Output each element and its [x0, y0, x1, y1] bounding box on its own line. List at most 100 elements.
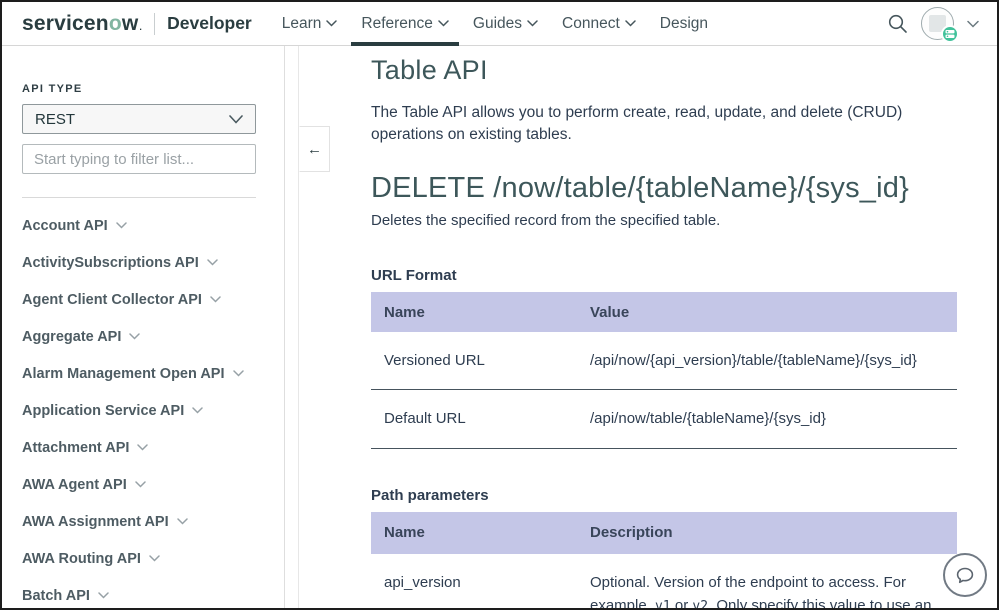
api-item-label: ActivitySubscriptions API: [22, 255, 199, 271]
sidebar-item-application-service-api[interactable]: Application Service API: [22, 392, 256, 429]
sidebar-divider: [22, 197, 256, 198]
nav-label: Reference: [361, 15, 433, 33]
chevron-down-icon: [129, 333, 140, 340]
active-tab-underline: [351, 42, 459, 46]
nav-item-design[interactable]: Design: [648, 2, 720, 45]
chevron-down-icon: [116, 222, 127, 229]
api-item-label: Attachment API: [22, 440, 129, 456]
table-row: Default URL /api/now/table/{tableName}/{…: [371, 390, 957, 448]
api-item-label: Alarm Management Open API: [22, 366, 225, 382]
column-header-value: Value: [577, 292, 957, 332]
api-item-label: Batch API: [22, 588, 90, 604]
search-icon[interactable]: [887, 13, 908, 34]
chevron-down-icon: [438, 20, 449, 27]
nav-label: Guides: [473, 15, 522, 33]
doc-main-content: Table API The Table API allows you to pe…: [299, 46, 997, 608]
chevron-down-icon: [229, 115, 243, 124]
cell-default-url-name: Default URL: [371, 390, 577, 448]
feedback-chat-button[interactable]: [943, 553, 987, 597]
nav-item-connect[interactable]: Connect: [550, 2, 648, 45]
nav-item-reference[interactable]: Reference: [349, 2, 461, 45]
primary-nav: Learn Reference Guides Connect Design: [270, 2, 720, 45]
chevron-down-icon: [137, 444, 148, 451]
chevron-down-icon: [192, 407, 203, 414]
filter-list-input[interactable]: [22, 144, 256, 174]
developer-wordmark[interactable]: Developer: [167, 13, 252, 34]
instance-status-badge-icon: [941, 25, 959, 43]
desc-code: v1: [655, 599, 671, 610]
sidebar-item-batch-api[interactable]: Batch API: [22, 577, 256, 610]
chevron-down-icon: [98, 592, 109, 599]
logo-text-suffix: w: [122, 12, 139, 36]
url-format-title: URL Format: [371, 267, 957, 284]
account-menu-chevron-icon[interactable]: [967, 20, 979, 28]
endpoint-description: Deletes the specified record from the sp…: [371, 212, 957, 229]
sidebar-item-account-api[interactable]: Account API: [22, 207, 256, 244]
api-list: Account API ActivitySubscriptions API Ag…: [22, 207, 256, 610]
column-header-description: Description: [577, 512, 957, 554]
chevron-down-icon: [177, 518, 188, 525]
page-title: Table API: [371, 55, 957, 86]
sidebar-item-agent-client-collector-api[interactable]: Agent Client Collector API: [22, 281, 256, 318]
chevron-down-icon: [625, 20, 636, 27]
top-navbar: servicenow. Developer Learn Reference Gu…: [2, 2, 997, 46]
chevron-down-icon: [527, 20, 538, 27]
api-item-label: AWA Routing API: [22, 551, 141, 567]
column-header-name: Name: [371, 512, 577, 554]
api-item-label: Agent Client Collector API: [22, 292, 202, 308]
api-sidebar: API TYPE REST Account API ActivitySubscr…: [2, 46, 285, 608]
logo-green-o: o: [109, 12, 122, 36]
table-row: api_version Optional. Version of the end…: [371, 554, 957, 610]
sidebar-item-attachment-api[interactable]: Attachment API: [22, 429, 256, 466]
desc-text: or: [671, 597, 693, 610]
sidebar-item-alarm-management-open-api[interactable]: Alarm Management Open API: [22, 355, 256, 392]
cell-default-url-value: /api/now/table/{tableName}/{sys_id}: [577, 390, 957, 448]
api-item-label: Application Service API: [22, 403, 184, 419]
logo-divider: [154, 13, 155, 35]
cell-versioned-url-name: Versioned URL: [371, 332, 577, 390]
api-item-label: Aggregate API: [22, 329, 121, 345]
desc-code: v2: [692, 599, 708, 610]
chevron-down-icon: [149, 555, 160, 562]
chevron-down-icon: [233, 370, 244, 377]
table-row: Versioned URL /api/now/{api_version}/tab…: [371, 332, 957, 390]
chat-bubble-icon: [953, 563, 977, 587]
chevron-down-icon: [207, 259, 218, 266]
user-avatar[interactable]: [921, 7, 954, 40]
nav-item-guides[interactable]: Guides: [461, 2, 550, 45]
chevron-down-icon: [210, 296, 221, 303]
api-type-label: API TYPE: [22, 83, 256, 95]
table-header-row: Name Value: [371, 292, 957, 332]
nav-label: Learn: [282, 15, 322, 33]
sidebar-gutter: [285, 46, 299, 608]
sidebar-item-awa-agent-api[interactable]: AWA Agent API: [22, 466, 256, 503]
api-type-selected-value: REST: [35, 111, 75, 128]
api-type-select[interactable]: REST: [22, 104, 256, 134]
logo-trademark-dot: .: [139, 22, 142, 32]
path-parameters-table: Name Description api_version Optional. V…: [371, 512, 957, 610]
sidebar-item-awa-assignment-api[interactable]: AWA Assignment API: [22, 503, 256, 540]
column-header-name: Name: [371, 292, 577, 332]
logo-text-prefix: servicen: [22, 12, 109, 36]
cell-versioned-url-value: /api/now/{api_version}/table/{tableName}…: [577, 332, 957, 390]
nav-label: Connect: [562, 15, 620, 33]
collapse-sidebar-button[interactable]: ←: [299, 126, 330, 172]
sidebar-item-awa-routing-api[interactable]: AWA Routing API: [22, 540, 256, 577]
cell-param-description: Optional. Version of the endpoint to acc…: [577, 554, 957, 610]
path-parameters-title: Path parameters: [371, 487, 957, 504]
nav-item-learn[interactable]: Learn: [270, 2, 350, 45]
header-right-cluster: [887, 7, 979, 40]
endpoint-heading: DELETE /now/table/{tableName}/{sys_id}: [371, 172, 957, 205]
chevron-down-icon: [135, 481, 146, 488]
sidebar-item-activitysubscriptions-api[interactable]: ActivitySubscriptions API: [22, 244, 256, 281]
sidebar-item-aggregate-api[interactable]: Aggregate API: [22, 318, 256, 355]
api-item-label: Account API: [22, 218, 108, 234]
url-format-table: Name Value Versioned URL /api/now/{api_v…: [371, 292, 957, 449]
api-item-label: AWA Assignment API: [22, 514, 169, 530]
chevron-down-icon: [326, 20, 337, 27]
content-area: API TYPE REST Account API ActivitySubscr…: [2, 46, 997, 608]
developer-portal-window: servicenow. Developer Learn Reference Gu…: [0, 0, 999, 610]
api-item-label: AWA Agent API: [22, 477, 127, 493]
servicenow-logo[interactable]: servicenow.: [22, 12, 142, 36]
collapse-sidebar-arrow-icon: ←: [307, 141, 322, 158]
